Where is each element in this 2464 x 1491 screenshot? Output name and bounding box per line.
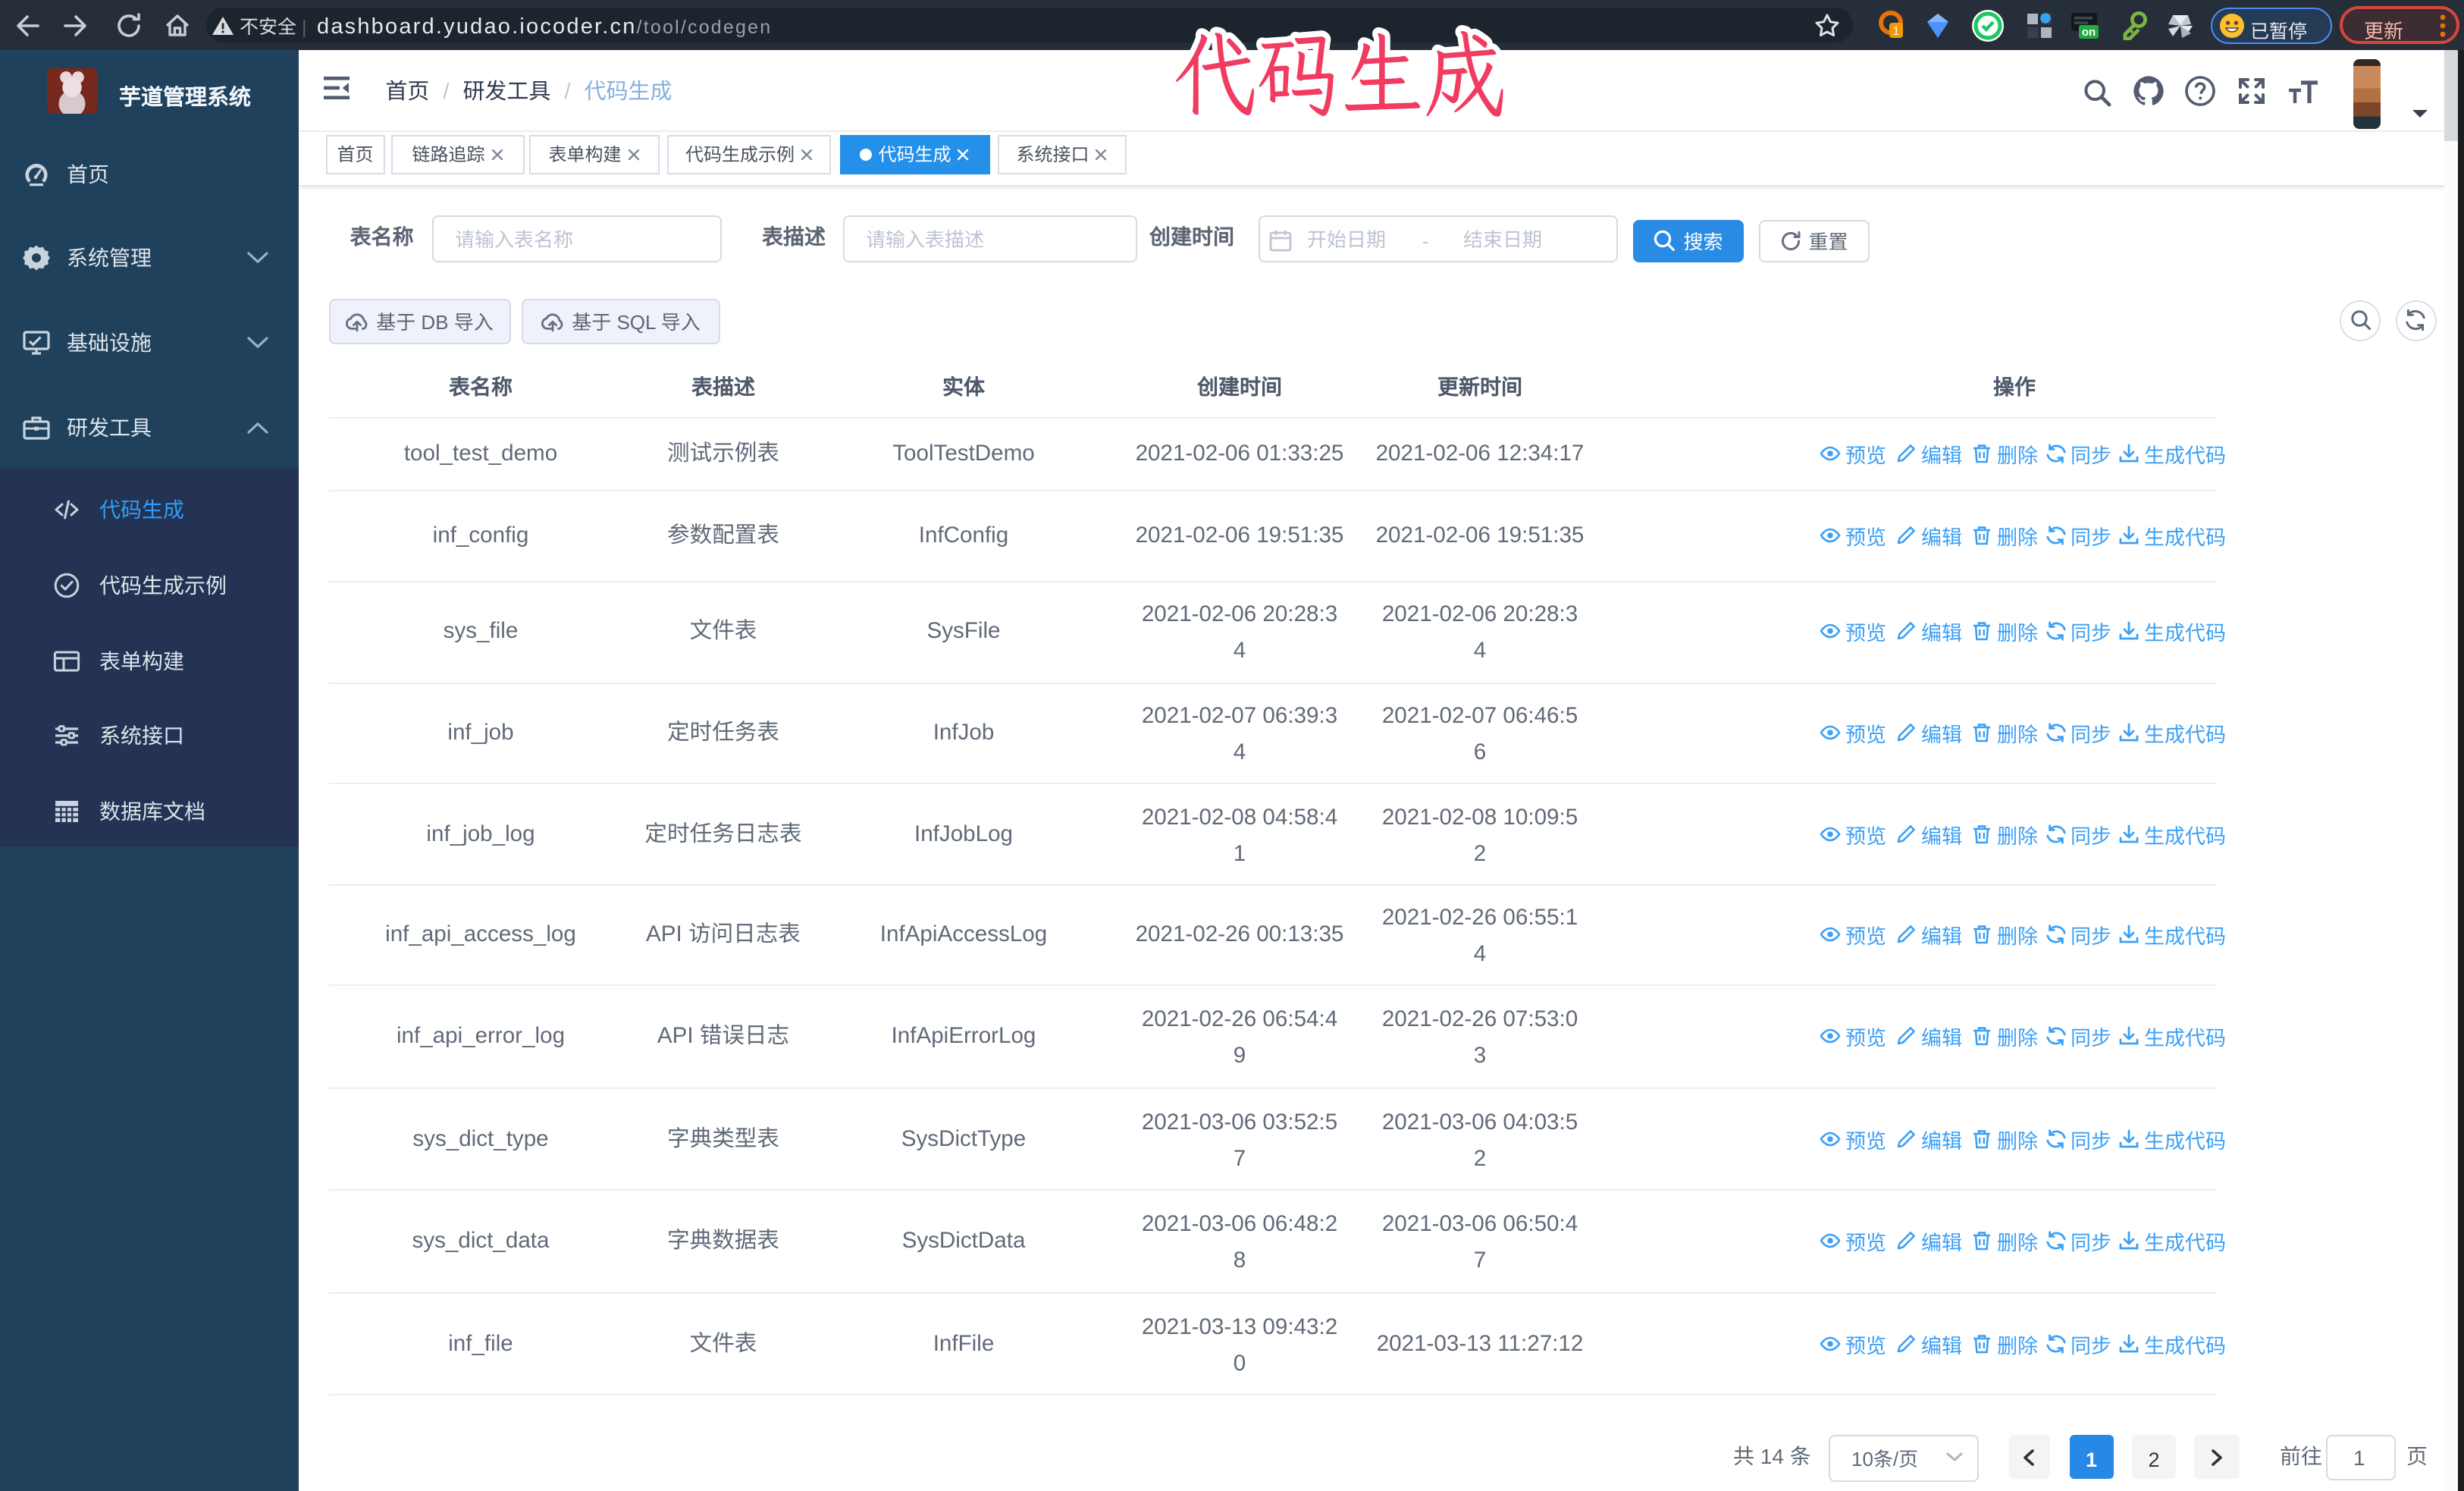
svg-text:代码生成: 代码生成 xyxy=(1174,11,1507,134)
svg-text:1: 1 xyxy=(1893,25,1900,38)
svg-text:on: on xyxy=(2082,26,2096,39)
